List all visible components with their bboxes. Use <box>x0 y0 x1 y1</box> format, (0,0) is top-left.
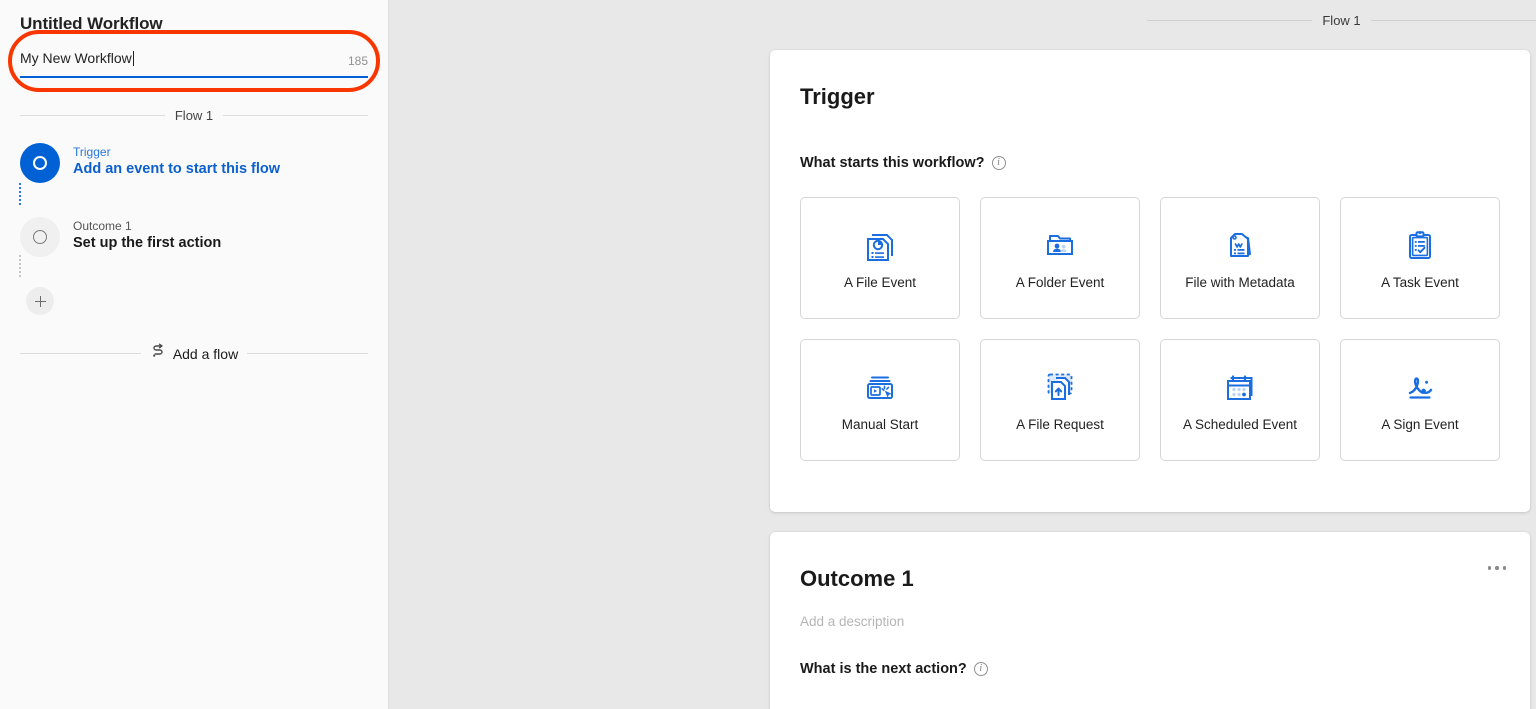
canvas-flow-header: Flow 1 <box>1147 13 1536 28</box>
plus-icon[interactable] <box>26 287 54 315</box>
add-flow-row: Add a flow <box>20 343 368 364</box>
divider-line-left <box>1147 20 1312 21</box>
workflow-canvas: Flow 1 Trigger What starts this workflow… <box>389 0 1536 709</box>
signature-icon <box>1402 369 1438 405</box>
trigger-option-file-with-metadata[interactable]: File with Metadata <box>1160 197 1320 319</box>
file-metadata-tag-icon <box>1222 227 1258 263</box>
outcome-question-label: What is the next action? <box>800 661 967 677</box>
trigger-card-title: Trigger <box>800 84 1500 110</box>
trigger-option-label: A File Request <box>1016 417 1104 432</box>
workflow-builder-app: Untitled Workflow My New Workflow 185 Fl… <box>0 0 1536 709</box>
info-icon[interactable]: i <box>992 156 1006 170</box>
circle-outline-icon <box>20 217 60 257</box>
outcome-card-title: Outcome 1 <box>800 566 1500 592</box>
circle-ring-icon <box>20 143 60 183</box>
workflow-name-value: My New Workflow <box>20 51 132 71</box>
divider-line-left <box>20 115 165 116</box>
clipboard-check-icon <box>1402 227 1438 263</box>
divider-line-right <box>223 115 368 116</box>
trigger-option-a-file-request[interactable]: A File Request <box>980 339 1140 461</box>
add-flow-label: Add a flow <box>173 346 238 362</box>
trigger-question-row: What starts this workflow? i <box>800 155 1500 171</box>
step-kind-label: Outcome 1 <box>73 219 221 233</box>
branch-flow-icon <box>150 343 166 364</box>
trigger-question-label: What starts this workflow? <box>800 155 985 171</box>
trigger-option-manual-start[interactable]: Manual Start <box>800 339 960 461</box>
info-icon[interactable]: i <box>974 662 988 676</box>
page-title: Untitled Workflow <box>0 0 388 34</box>
flow-steps-list: Trigger Add an event to start this flow … <box>0 143 388 315</box>
trigger-option-label: A Task Event <box>1381 275 1459 290</box>
trigger-option-a-file-event[interactable]: A File Event <box>800 197 960 319</box>
trigger-option-a-folder-event[interactable]: A Folder Event <box>980 197 1140 319</box>
trigger-option-a-scheduled-event[interactable]: A Scheduled Event <box>1160 339 1320 461</box>
sidebar-step-outcome-1[interactable]: Outcome 1 Set up the first action <box>20 217 388 269</box>
divider-line-right <box>247 353 368 354</box>
sidebar-step-trigger[interactable]: Trigger Add an event to start this flow <box>20 143 388 195</box>
flow-divider-label: Flow 1 <box>175 108 213 123</box>
file-upload-request-icon <box>1042 369 1078 405</box>
folder-people-icon <box>1042 227 1078 263</box>
trigger-option-a-sign-event[interactable]: A Sign Event <box>1340 339 1500 461</box>
workflow-name-input[interactable]: My New Workflow 185 <box>20 46 368 78</box>
trigger-option-label: A Scheduled Event <box>1183 417 1297 432</box>
text-caret <box>133 51 134 66</box>
trigger-option-label: A File Event <box>844 275 916 290</box>
step-kind-label: Trigger <box>73 145 280 159</box>
step-title-label: Set up the first action <box>73 235 221 251</box>
trigger-option-a-task-event[interactable]: A Task Event <box>1340 197 1500 319</box>
canvas-flow-label: Flow 1 <box>1322 13 1360 28</box>
char-count: 185 <box>348 54 368 68</box>
outcome-card: Outcome 1 Add a description What is the … <box>770 532 1530 709</box>
trigger-option-label: A Sign Event <box>1381 417 1458 432</box>
divider-line-left <box>20 353 141 354</box>
step-connector-2 <box>19 255 21 277</box>
add-flow-button[interactable]: Add a flow <box>150 343 238 364</box>
trigger-option-label: File with Metadata <box>1185 275 1295 290</box>
step-connector-1 <box>19 183 21 205</box>
trigger-options-grid: A File Event <box>800 197 1500 461</box>
calendar-icon <box>1222 369 1258 405</box>
trigger-card: Trigger What starts this workflow? i <box>770 50 1530 512</box>
sidebar: Untitled Workflow My New Workflow 185 Fl… <box>0 0 389 709</box>
manual-click-icon <box>862 369 898 405</box>
divider-line-right <box>1371 20 1536 21</box>
trigger-option-label: Manual Start <box>842 417 919 432</box>
workflow-name-field-wrap: My New Workflow 185 <box>20 46 368 78</box>
flow-divider: Flow 1 <box>20 108 368 123</box>
step-title-label: Add an event to start this flow <box>73 161 280 177</box>
trigger-option-label: A Folder Event <box>1016 275 1105 290</box>
add-step-button[interactable] <box>20 287 388 315</box>
outcome-question-row: What is the next action? i <box>800 661 1500 677</box>
outcome-description-input[interactable]: Add a description <box>800 614 1500 629</box>
file-chart-icon <box>862 227 898 263</box>
more-options-icon[interactable] <box>1488 566 1507 570</box>
